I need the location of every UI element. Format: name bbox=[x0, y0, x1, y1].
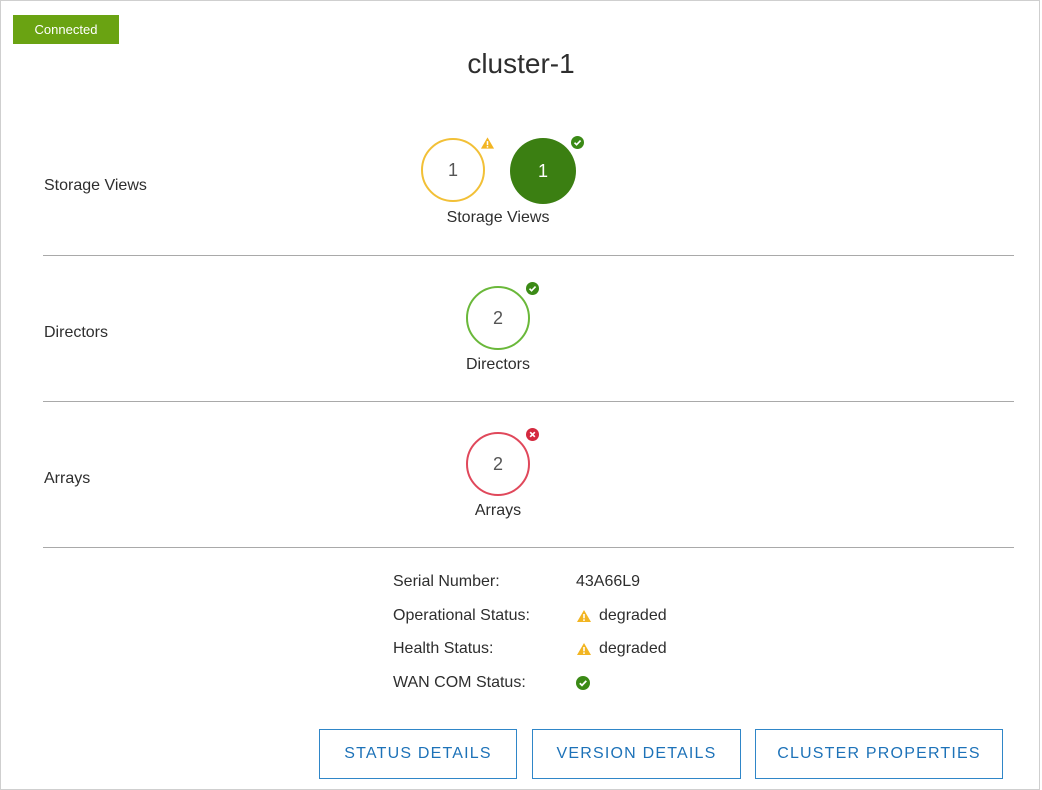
cluster-title: cluster-1 bbox=[467, 48, 575, 79]
arrays-caption: Arrays bbox=[474, 502, 522, 519]
health-status-value: degraded bbox=[576, 640, 667, 658]
section-divider bbox=[43, 401, 1014, 402]
status-details-button[interactable]: STATUS DETAILS bbox=[319, 729, 517, 779]
warning-icon bbox=[577, 610, 591, 622]
section-divider bbox=[43, 255, 1014, 256]
wan-com-status-value bbox=[576, 676, 590, 690]
storage-views-warning-value: 1 bbox=[447, 159, 458, 180]
check-circle-icon bbox=[576, 676, 590, 690]
storage-views-ok-count[interactable]: 1 bbox=[510, 138, 576, 204]
cluster-panel: Connected cluster-1 Storage Views 1 1 St… bbox=[0, 0, 1040, 790]
serial-number-text: 43A66L9 bbox=[576, 573, 641, 590]
arrays-error-count[interactable]: 2 bbox=[466, 432, 530, 496]
cluster-properties-button[interactable]: CLUSTER PROPERTIES bbox=[755, 729, 1003, 779]
health-status-label: Health Status: bbox=[393, 640, 494, 657]
storage-views-warning-count[interactable]: 1 bbox=[421, 138, 485, 202]
serial-number-value: 43A66L9 bbox=[576, 573, 640, 591]
version-details-button[interactable]: VERSION DETAILS bbox=[532, 729, 741, 779]
operational-status-value: degraded bbox=[576, 607, 667, 625]
arrays-error-value: 2 bbox=[492, 453, 503, 474]
warning-icon bbox=[480, 137, 495, 149]
storage-views-ok-value: 1 bbox=[537, 160, 548, 181]
directors-ok-count[interactable]: 2 bbox=[466, 286, 530, 350]
check-circle-icon bbox=[571, 136, 584, 149]
health-status-text: degraded bbox=[599, 640, 667, 657]
section-divider bbox=[43, 547, 1014, 548]
operational-status-text: degraded bbox=[599, 607, 667, 624]
arrays-row-label: Arrays bbox=[44, 470, 91, 487]
operational-status-label: Operational Status: bbox=[393, 607, 530, 624]
serial-number-label: Serial Number: bbox=[393, 573, 500, 590]
error-circle-icon bbox=[526, 428, 539, 441]
wan-com-status-label: WAN COM Status: bbox=[393, 674, 526, 691]
warning-icon bbox=[577, 643, 591, 655]
storage-views-caption: Storage Views bbox=[446, 209, 550, 226]
directors-row-label: Directors bbox=[44, 324, 109, 341]
check-circle-icon bbox=[526, 282, 539, 295]
directors-ok-value: 2 bbox=[492, 307, 503, 328]
storage-views-row-label: Storage Views bbox=[44, 177, 147, 194]
directors-caption: Directors bbox=[465, 356, 530, 373]
connection-status-badge: Connected bbox=[13, 15, 119, 44]
